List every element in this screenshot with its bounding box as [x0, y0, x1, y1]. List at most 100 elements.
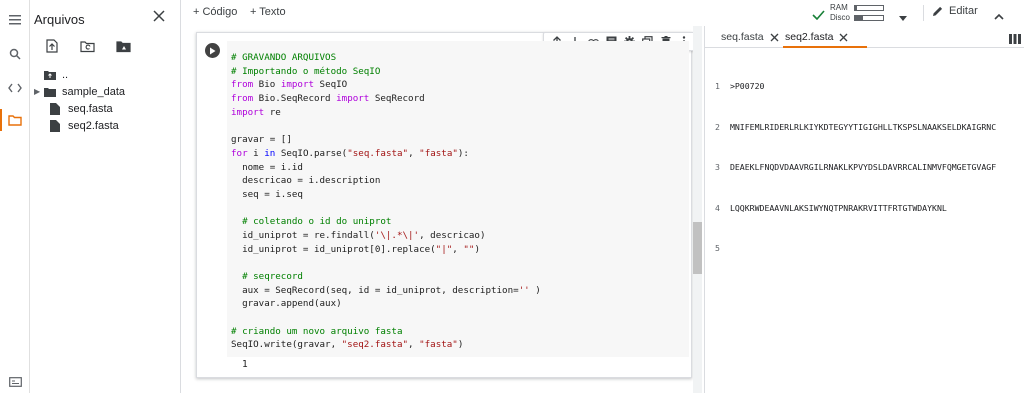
- line-text: >P00720: [729, 81, 765, 91]
- search-icon[interactable]: [7, 46, 23, 62]
- pencil-icon: [933, 6, 943, 16]
- line-text: DEAEKLFNQDVDAAVRGILRNAKLKPVYDSLDAVRRCALI…: [729, 162, 997, 172]
- add-text-button[interactable]: + Texto: [250, 6, 286, 18]
- cell-output: 1: [242, 359, 248, 370]
- line-number: 5: [715, 243, 720, 253]
- play-icon: [210, 47, 216, 54]
- files-panel-title: Arquivos: [34, 12, 85, 27]
- line-number: 1: [715, 81, 720, 91]
- disk-usage-fill: [855, 16, 864, 20]
- code-token: # seqrecord: [231, 271, 303, 282]
- code-token: i: [247, 147, 265, 159]
- active-tab-indicator: [783, 46, 867, 48]
- folder-up-icon: [44, 69, 56, 80]
- code-token: ): [474, 243, 480, 255]
- code-line: # coletando o id do uniprot: [231, 215, 541, 229]
- code-line: # criando um novo arquivo fasta: [231, 325, 541, 339]
- code-token: ): [457, 339, 464, 351]
- tree-item-label: ..: [62, 68, 69, 81]
- code-token: ,: [452, 243, 464, 255]
- disk-usage-bar: [854, 15, 884, 21]
- resources-indicator[interactable]: RAM Disco: [812, 2, 902, 24]
- editor-line: 3 DEAEKLFNQDVDAAVRGILRNAKLKPVYDSLDAVRRCA…: [715, 161, 1024, 175]
- ram-label: RAM: [830, 3, 848, 12]
- tree-item-sample-data[interactable]: ▶ sample_data: [30, 83, 181, 100]
- scrollbar-thumb[interactable]: [693, 222, 702, 274]
- code-token: from: [231, 79, 254, 91]
- code-icon[interactable]: [7, 80, 23, 96]
- code-token: # criando um novo arquivo fasta: [231, 325, 403, 337]
- code-token: # Importando o método SeqIO: [231, 65, 381, 77]
- tree-item-seq2-fasta[interactable]: seq2.fasta: [30, 117, 181, 134]
- code-line: import re: [231, 106, 541, 120]
- mount-drive-icon[interactable]: [116, 38, 132, 54]
- editor-line: 4 LQQKRWDEAAVNLAKSIWYNQTPNRAKRVITTFRTGTW…: [715, 202, 1024, 216]
- code-line: aux = SeqRecord(seq, id = id_uniprot, de…: [231, 284, 541, 298]
- folder-icon: [44, 86, 56, 97]
- add-code-button[interactable]: + Código: [193, 6, 237, 18]
- split-view-icon[interactable]: [1009, 31, 1021, 49]
- code-token: '\|.*\|': [374, 229, 420, 241]
- code-token: "": [463, 243, 475, 255]
- ram-usage-bar: [854, 5, 884, 11]
- file-tree: .. ▶ sample_data seq.fasta seq2.fasta: [30, 66, 181, 134]
- caret-right-icon[interactable]: ▶: [34, 87, 44, 96]
- resource-labels: RAM Disco: [830, 3, 850, 23]
- code-line: # Importando o método SeqIO: [231, 65, 541, 79]
- code-token: ,: [408, 147, 420, 159]
- refresh-folder-icon[interactable]: [80, 38, 96, 54]
- code-token: import: [336, 93, 370, 105]
- edit-button[interactable]: Editar: [932, 5, 978, 17]
- close-icon[interactable]: [839, 33, 848, 42]
- terminal-icon[interactable]: [7, 374, 23, 390]
- code-token: import: [280, 79, 315, 91]
- line-text: MNIFEMLRIDERLRLKIYKDTEGYYTIGIGHLLTKSPSLN…: [729, 121, 997, 132]
- code-token: aux = SeqRecord(seq, id = id_uniprot, de…: [231, 284, 519, 296]
- code-token: "fasta": [419, 339, 458, 351]
- tree-item-seq-fasta[interactable]: seq.fasta: [30, 100, 181, 117]
- code-editor[interactable]: # GRAVANDO ARQUIVOS # Importando o método…: [227, 41, 689, 357]
- editor-line: 2 MNIFEMLRIDERLRLKIYKDTEGYYTIGIGHLLTKSPS…: [715, 121, 1024, 135]
- tree-item-parent[interactable]: ..: [30, 66, 181, 83]
- code-line: for i in SeqIO.parse("seq.fasta", "fasta…: [231, 147, 541, 161]
- notebook-toolbar: + Código + Texto RAM Disco Editar: [182, 0, 1024, 26]
- toolbar-divider: [923, 5, 924, 21]
- editor-content[interactable]: 1 >P00720 2 MNIFEMLRIDERLRLKIYKDTEGYYTIG…: [715, 53, 1024, 283]
- code-token: # coletando o id do uniprot: [231, 216, 392, 228]
- chevron-down-icon[interactable]: [899, 8, 907, 26]
- edit-button-label: Editar: [949, 5, 978, 17]
- close-icon[interactable]: [770, 33, 779, 42]
- code-line: descricao = i.description: [231, 174, 541, 188]
- file-icon: [50, 119, 62, 132]
- tree-item-label: sample_data: [62, 85, 125, 98]
- code-line: # seqrecord: [231, 270, 541, 284]
- menu-icon[interactable]: [7, 12, 23, 28]
- upload-icon[interactable]: [44, 38, 60, 54]
- code-token: SeqIO.parse(: [275, 147, 348, 159]
- code-token: gravar.append(aux): [231, 298, 342, 310]
- close-icon[interactable]: [152, 9, 168, 25]
- editor-line: 5: [715, 242, 1024, 256]
- line-number: 3: [715, 162, 720, 172]
- run-cell-button[interactable]: [205, 43, 220, 58]
- editor-tabs: seq.fasta seq2.fasta: [705, 26, 1024, 48]
- code-token: # GRAVANDO ARQUIVOS: [231, 52, 337, 63]
- code-cell[interactable]: # GRAVANDO ARQUIVOS # Importando o método…: [196, 32, 698, 378]
- code-token: id_uniprot = re.findall(: [231, 229, 375, 241]
- tree-item-label: seq.fasta: [68, 102, 113, 115]
- code-token: "|": [435, 243, 453, 255]
- chevron-up-icon[interactable]: [994, 7, 1004, 25]
- tab-seq2-fasta[interactable]: seq2.fasta: [785, 31, 848, 43]
- code-line: id_uniprot = re.findall('\|.*\|', descri…: [231, 229, 541, 243]
- tab-seq-fasta[interactable]: seq.fasta: [721, 31, 779, 43]
- code-token: Bio.SeqRecord: [253, 93, 337, 105]
- code-token: SeqIO.write(gravar,: [231, 339, 342, 351]
- code-token: "seq2.fasta": [341, 339, 409, 351]
- code-line: nome = i.id: [231, 161, 541, 175]
- code-token: seq = i.seq: [231, 188, 303, 200]
- folder-icon[interactable]: [7, 112, 23, 128]
- notebook-area: # GRAVANDO ARQUIVOS # Importando o método…: [182, 26, 698, 393]
- code-token: '': [518, 284, 530, 296]
- notebook-scrollbar[interactable]: [693, 26, 702, 393]
